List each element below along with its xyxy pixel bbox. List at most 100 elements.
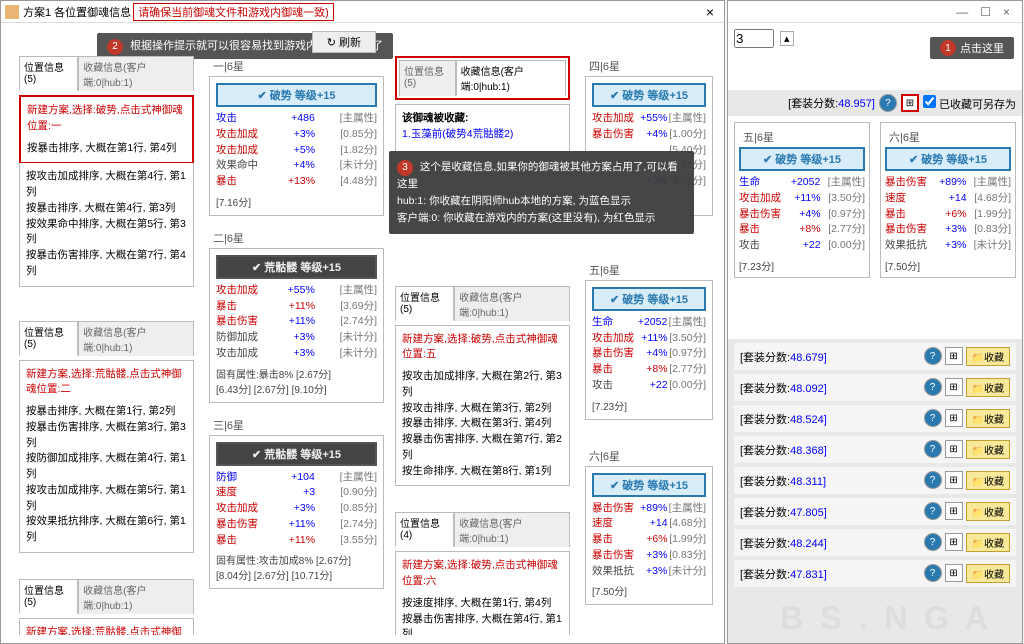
- list-item[interactable]: [套装分数:48.092] ? ⊞ 📁收藏: [734, 374, 1016, 401]
- side-card-6: 六|6星 ✔ 破势 等级+15 暴击伤害+89%[主属性]速度+14[4.68分…: [880, 122, 1016, 278]
- tab-loc[interactable]: 位置信息(5): [19, 579, 78, 614]
- fav-button[interactable]: 📁收藏: [966, 502, 1010, 521]
- info-icon[interactable]: ?: [924, 502, 942, 520]
- pill-poshi: ✔ 破势 等级+15: [592, 83, 706, 107]
- card-pos3: 新建方案,选择:荒骷髅,点击式神御魂位置:三 按攻击加成排序, 大概在第1行, …: [19, 618, 194, 635]
- spinner-up[interactable]: ▴: [780, 31, 794, 46]
- tab-loc[interactable]: 位置信息(5): [399, 60, 456, 96]
- main-window: 方案1 各位置御魂信息 请确保当前御魂文件和游戏内御魂一致) × 2 根据操作提…: [0, 0, 725, 644]
- hdr-4-6: 四|6星: [585, 56, 713, 76]
- badge-1: 1: [940, 40, 956, 56]
- side-window: — ☐ × ▴ 1 点击这里 [套装分数:48.957] ? ⊞ 已收藏可另存为…: [727, 0, 1023, 644]
- fav-tooltip: 3 这个是收藏信息,如果你的御魂被其他方案占用了,可以看这里 hub:1: 你收…: [389, 151, 694, 234]
- side-card-5: 五|6星 ✔ 破势 等级+15 生命+2052[主属性]攻击加成+11%[3.5…: [734, 122, 870, 278]
- fav-button[interactable]: 📁收藏: [966, 378, 1010, 397]
- card-pos5: 新建方案,选择:破势,点击式神御魂位置:五 按攻击加成排序, 大概在第2行, 第…: [395, 325, 570, 487]
- fav-button[interactable]: 📁收藏: [966, 471, 1010, 490]
- hdr-2-6: 二|6星: [209, 228, 384, 248]
- stat-card-4c: ✔ 破势 等级+15 暴击伤害+89%[主属性]速度+14[4.68分]暴击+6…: [585, 466, 713, 606]
- grid-icon[interactable]: ⊞: [945, 564, 963, 582]
- pill-huangkulou: ✔ 荒骷髅 等级+15: [216, 442, 377, 466]
- grid-icon[interactable]: ⊞: [945, 409, 963, 427]
- list-item[interactable]: [套装分数:48.524] ? ⊞ 📁收藏: [734, 405, 1016, 432]
- info-icon[interactable]: ?: [924, 409, 942, 427]
- score-label: [套装分数:48.957]: [788, 95, 875, 111]
- list-item[interactable]: [套装分数:48.311] ? ⊞ 📁收藏: [734, 467, 1016, 494]
- pill-poshi: ✔ 破势 等级+15: [592, 473, 706, 497]
- stat-card-2c: ✔ 荒骷髅 等级+15 防御+104[主属性]速度+3[0.90分]攻击加成+3…: [209, 435, 384, 590]
- grid-icon[interactable]: ⊞: [901, 94, 919, 112]
- tab-fav[interactable]: 收藏信息(客户端:0|hub:1): [78, 579, 194, 614]
- main-content: 位置信息(5)收藏信息(客户端:0|hub:1) 新建方案,选择:破势,点击式神…: [9, 56, 716, 635]
- grid-icon[interactable]: ⊞: [945, 471, 963, 489]
- list-item[interactable]: [套装分数:48.679] ? ⊞ 📁收藏: [734, 343, 1016, 370]
- stat-card-2b: ✔ 荒骷髅 等级+15 攻击加成+55%[主属性]暴击+11%[3.69分]暴击…: [209, 248, 384, 403]
- hdr-5-6: 五|6星: [585, 260, 713, 280]
- titlebar: 方案1 各位置御魂信息 请确保当前御魂文件和游戏内御魂一致) ×: [1, 1, 724, 23]
- column-1: 位置信息(5)收藏信息(客户端:0|hub:1) 新建方案,选择:破势,点击式神…: [19, 56, 194, 635]
- fav-button[interactable]: 📁收藏: [966, 533, 1010, 552]
- close-icon[interactable]: ×: [700, 4, 720, 20]
- grid-icon[interactable]: ⊞: [945, 347, 963, 365]
- list-item[interactable]: [套装分数:48.368] ? ⊞ 📁收藏: [734, 436, 1016, 463]
- card-pos1b: 按攻击加成排序, 大概在第4行, 第1列 按暴击排序, 大概在第4行, 第3列 …: [19, 163, 194, 286]
- tab-loc[interactable]: 位置信息(5): [395, 286, 454, 321]
- card-pos6: 新建方案,选择:破势,点击式神御魂位置:六 按速度排序, 大概在第1行, 第4列…: [395, 551, 570, 635]
- list-item[interactable]: [套装分数:48.244] ? ⊞ 📁收藏: [734, 529, 1016, 556]
- close-icon[interactable]: ×: [1003, 5, 1010, 19]
- window-title: 方案1 各位置御魂信息 请确保当前御魂文件和游戏内御魂一致): [23, 3, 334, 21]
- hdr-6-6: 六|6星: [585, 446, 713, 466]
- side-list: [套装分数:48.679] ? ⊞ 📁收藏 [套装分数:48.092] ? ⊞ …: [728, 339, 1022, 643]
- info-icon[interactable]: ?: [924, 347, 942, 365]
- card-pos1: 新建方案,选择:破势,点击式神御魂位置:一 按暴击排序, 大概在第1行, 第4列: [19, 95, 194, 164]
- refresh-button[interactable]: ↻ 刷新: [312, 31, 376, 53]
- tab-fav[interactable]: 收藏信息(客户端:0|hub:1): [454, 286, 570, 321]
- fav-button[interactable]: 📁收藏: [966, 440, 1010, 459]
- stat-card-2a: ✔ 破势 等级+15 攻击+486[主属性]攻击加成+3%[0.85分]攻击加成…: [209, 76, 384, 216]
- side-scorebar: [套装分数:48.957] ? ⊞ 已收藏可另存为: [728, 90, 1022, 116]
- tab-loc[interactable]: 位置信息(4): [395, 512, 454, 547]
- page-input[interactable]: [734, 29, 774, 48]
- side-hint: 1 点击这里: [930, 37, 1014, 59]
- stat-card-4b: ✔ 破势 等级+15 生命+2052[主属性]攻击加成+11%[3.50分]暴击…: [585, 280, 713, 420]
- minimize-icon[interactable]: —: [956, 5, 968, 19]
- tab-fav[interactable]: 收藏信息(客户端:0|hub:1): [78, 56, 194, 91]
- tab-fav[interactable]: 收藏信息(客户端:0|hub:1): [456, 60, 566, 96]
- hdr-3-6: 三|6星: [209, 415, 384, 435]
- app-icon: [5, 5, 19, 19]
- list-item[interactable]: [套装分数:47.805] ? ⊞ 📁收藏: [734, 498, 1016, 525]
- tab-loc[interactable]: 位置信息(5): [19, 56, 78, 91]
- grid-icon[interactable]: ⊞: [945, 502, 963, 520]
- pill-poshi: ✔ 破势 等级+15: [216, 83, 377, 107]
- pill-poshi: ✔ 破势 等级+15: [592, 287, 706, 311]
- info-icon[interactable]: ?: [924, 564, 942, 582]
- info-icon[interactable]: ?: [879, 94, 897, 112]
- info-icon[interactable]: ?: [924, 471, 942, 489]
- fav-button[interactable]: 📁收藏: [966, 409, 1010, 428]
- badge-3: 3: [397, 160, 413, 176]
- list-item[interactable]: [套装分数:47.831] ? ⊞ 📁收藏: [734, 560, 1016, 587]
- grid-icon[interactable]: ⊞: [945, 440, 963, 458]
- fav-button[interactable]: 📁收藏: [966, 347, 1010, 366]
- title-warning: 请确保当前御魂文件和游戏内御魂一致): [133, 3, 334, 21]
- info-icon[interactable]: ?: [924, 378, 942, 396]
- grid-icon[interactable]: ⊞: [945, 378, 963, 396]
- grid-icon[interactable]: ⊞: [945, 533, 963, 551]
- column-3: 位置信息(5)收藏信息(客户端:0|hub:1) 该御魂被收藏: 1.玉藻前(破…: [395, 56, 570, 635]
- column-4: 四|6星 ✔ 破势 等级+15 攻击加成+55%[主属性]暴击伤害+4%[1.0…: [585, 56, 713, 635]
- tab-loc[interactable]: 位置信息(5): [19, 321, 78, 356]
- info-icon[interactable]: ?: [924, 440, 942, 458]
- maximize-icon[interactable]: ☐: [980, 5, 991, 19]
- side-titlebar: — ☐ ×: [728, 1, 1022, 23]
- side-cards: 五|6星 ✔ 破势 等级+15 生命+2052[主属性]攻击加成+11%[3.5…: [728, 116, 1022, 284]
- column-2: 一|6星 ✔ 破势 等级+15 攻击+486[主属性]攻击加成+3%[0.85分…: [209, 56, 384, 635]
- info-icon[interactable]: ?: [924, 533, 942, 551]
- fav-button[interactable]: 📁收藏: [966, 564, 1010, 583]
- pill-huangkulou: ✔ 荒骷髅 等级+15: [216, 255, 377, 279]
- badge-2: 2: [107, 39, 123, 55]
- tab-fav[interactable]: 收藏信息(客户端:0|hub:1): [78, 321, 194, 356]
- tab-fav[interactable]: 收藏信息(客户端:0|hub:1): [454, 512, 570, 547]
- saved-checkbox[interactable]: 已收藏可另存为: [923, 95, 1016, 112]
- hdr-1-6: 一|6星: [209, 56, 384, 76]
- card-pos2: 新建方案,选择:荒骷髅,点击式神御魂位置:二 按暴击排序, 大概在第1行, 第2…: [19, 360, 194, 553]
